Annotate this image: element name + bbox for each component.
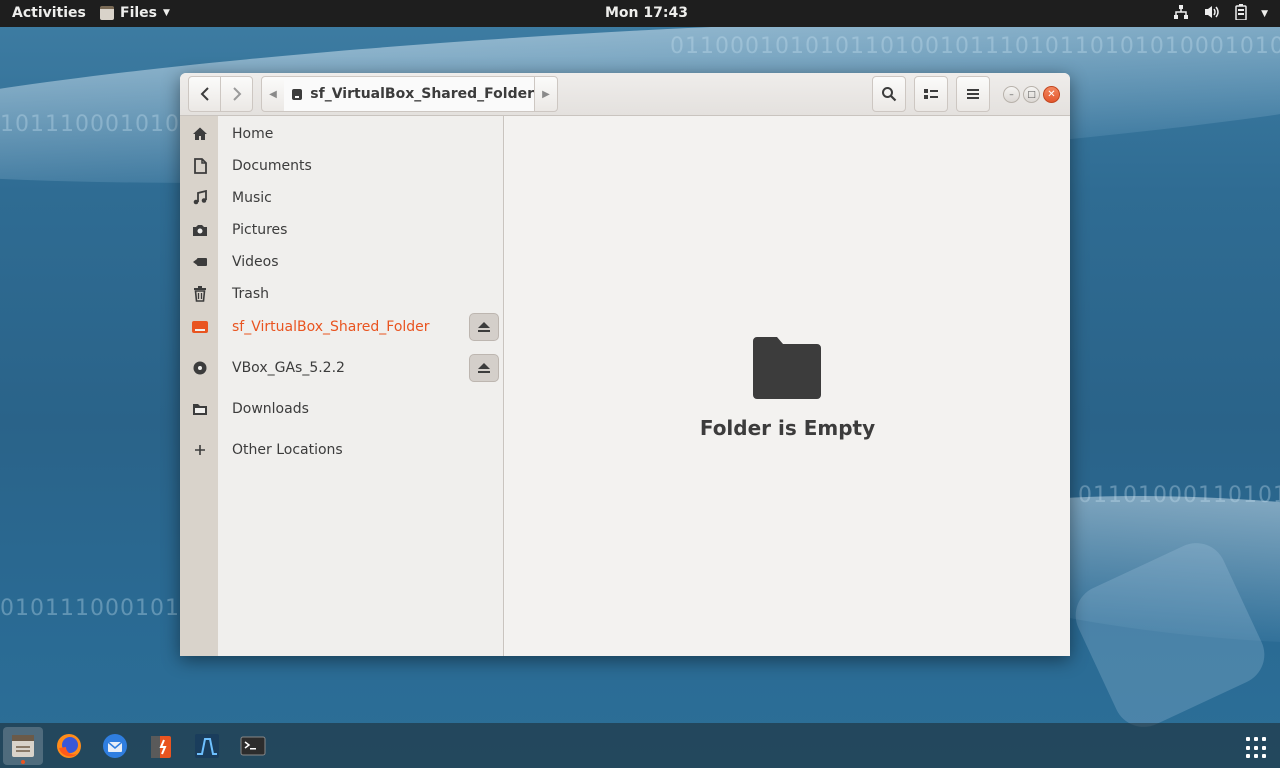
path-label: sf_VirtualBox_Shared_Folder <box>310 86 534 102</box>
show-applications-grid-icon[interactable] <box>1246 737 1268 759</box>
wallpaper-bits-right: 01101000110101 <box>1078 483 1280 508</box>
chevron-right-icon <box>232 87 241 101</box>
files-icon <box>12 735 34 757</box>
dock-firefox-button[interactable] <box>49 727 89 765</box>
sidebar-item-downloads[interactable]: Downloads <box>180 393 503 425</box>
sidebar-item-label: VBox_GAs_5.2.2 <box>232 360 345 376</box>
sidebar-item-label: Other Locations <box>232 442 343 458</box>
dock <box>0 723 1280 768</box>
home-icon <box>190 124 210 144</box>
sidebar-item-trash[interactable]: Trash <box>180 278 503 310</box>
hamburger-menu-icon <box>967 89 979 99</box>
document-icon <box>190 156 210 176</box>
back-button[interactable] <box>188 76 221 112</box>
view-toggle-button[interactable] <box>914 76 948 112</box>
search-button[interactable] <box>872 76 906 112</box>
top-bar: Activities Files ▼ Mon 17:43 ▼ <box>0 0 1280 27</box>
app-menu-label: Files <box>120 5 157 21</box>
battery-icon <box>1235 4 1247 24</box>
files-window: ◀ sf_VirtualBox_Shared_Folder ▶ – □ ✕ Ho… <box>180 73 1070 656</box>
path-bar-current[interactable]: sf_VirtualBox_Shared_Folder <box>284 76 534 112</box>
dock-system-monitor-button[interactable] <box>187 727 227 765</box>
sidebar-item-label: Pictures <box>232 222 288 238</box>
list-view-icon <box>924 89 938 99</box>
minimize-button[interactable]: – <box>1003 86 1020 103</box>
sidebar-item-label: Documents <box>232 158 312 174</box>
music-icon <box>190 188 210 208</box>
video-icon <box>190 252 210 272</box>
header-bar: ◀ sf_VirtualBox_Shared_Folder ▶ – □ ✕ <box>180 73 1070 116</box>
dock-app-store-button[interactable] <box>141 727 181 765</box>
trash-icon <box>190 284 210 304</box>
terminal-icon <box>240 736 266 756</box>
volume-icon <box>1203 4 1221 24</box>
camera-icon <box>190 220 210 240</box>
sidebar-item-documents[interactable]: Documents <box>180 150 503 182</box>
eject-icon <box>478 363 490 373</box>
disc-icon <box>190 358 210 378</box>
sidebar-item-other-locations[interactable]: Other Locations <box>180 434 503 466</box>
drive-icon <box>190 317 210 337</box>
plus-icon <box>190 440 210 460</box>
arrow-right-icon: ▶ <box>542 88 550 100</box>
chevron-left-icon <box>200 87 209 101</box>
empty-folder-message: Folder is Empty <box>699 416 876 440</box>
eject-button[interactable] <box>469 313 499 341</box>
sidebar-item-label: Music <box>232 190 272 206</box>
eject-icon <box>478 322 490 332</box>
forward-button[interactable] <box>220 76 253 112</box>
sidebar-item-videos[interactable]: Videos <box>180 246 503 278</box>
maximize-button[interactable]: □ <box>1023 86 1040 103</box>
path-scroll-left-button[interactable]: ◀ <box>261 76 285 112</box>
menu-button[interactable] <box>956 76 990 112</box>
sidebar-item-music[interactable]: Music <box>180 182 503 214</box>
search-icon <box>882 87 897 102</box>
system-tray[interactable]: ▼ <box>1173 4 1268 24</box>
sidebar-item-label: Downloads <box>232 401 309 417</box>
app-store-icon <box>151 736 171 758</box>
sidebar-item-sf-virtualbox-shared-folder[interactable]: sf_VirtualBox_Shared_Folder <box>180 311 503 343</box>
files-app-icon <box>100 6 114 20</box>
app-menu[interactable]: Files ▼ <box>100 5 170 21</box>
eject-button[interactable] <box>469 354 499 382</box>
drive-icon <box>292 88 303 100</box>
dock-terminal-button[interactable] <box>233 727 273 765</box>
firefox-icon <box>57 734 81 758</box>
close-icon: ✕ <box>1047 89 1056 100</box>
sidebar-item-label: Home <box>232 126 274 142</box>
sidebar: Home Documents Music Pictures Videos Tra… <box>180 116 504 656</box>
sidebar-item-label: Trash <box>232 286 269 302</box>
wallpaper-bits-top: 0110001010101101001011101011010101000101… <box>670 34 1280 59</box>
file-view[interactable]: Folder is Empty <box>505 116 1070 656</box>
chevron-down-icon: ▼ <box>1261 9 1268 19</box>
sidebar-item-label: sf_VirtualBox_Shared_Folder <box>232 319 430 335</box>
arrow-left-icon: ◀ <box>269 88 277 100</box>
dock-files-button[interactable] <box>3 727 43 765</box>
activities-button[interactable]: Activities <box>12 5 86 21</box>
clock[interactable]: Mon 17:43 <box>605 5 688 21</box>
network-icon <box>1173 4 1189 24</box>
path-scroll-right-button[interactable]: ▶ <box>534 76 558 112</box>
empty-folder-icon <box>751 335 823 403</box>
minimize-icon: – <box>1009 89 1014 100</box>
sidebar-item-label: Videos <box>232 254 279 270</box>
thunderbird-icon <box>103 734 127 758</box>
dock-thunderbird-button[interactable] <box>95 727 135 765</box>
chevron-down-icon: ▼ <box>163 8 170 18</box>
maximize-icon: □ <box>1027 89 1036 100</box>
folder-icon <box>190 399 210 419</box>
sidebar-item-vbox-gas[interactable]: VBox_GAs_5.2.2 <box>180 352 503 384</box>
system-monitor-icon <box>195 734 219 758</box>
sidebar-item-pictures[interactable]: Pictures <box>180 214 503 246</box>
sidebar-item-home[interactable]: Home <box>180 118 503 150</box>
wallpaper-bits-left-lower: 0101110001010 <box>0 596 195 621</box>
close-button[interactable]: ✕ <box>1043 86 1060 103</box>
